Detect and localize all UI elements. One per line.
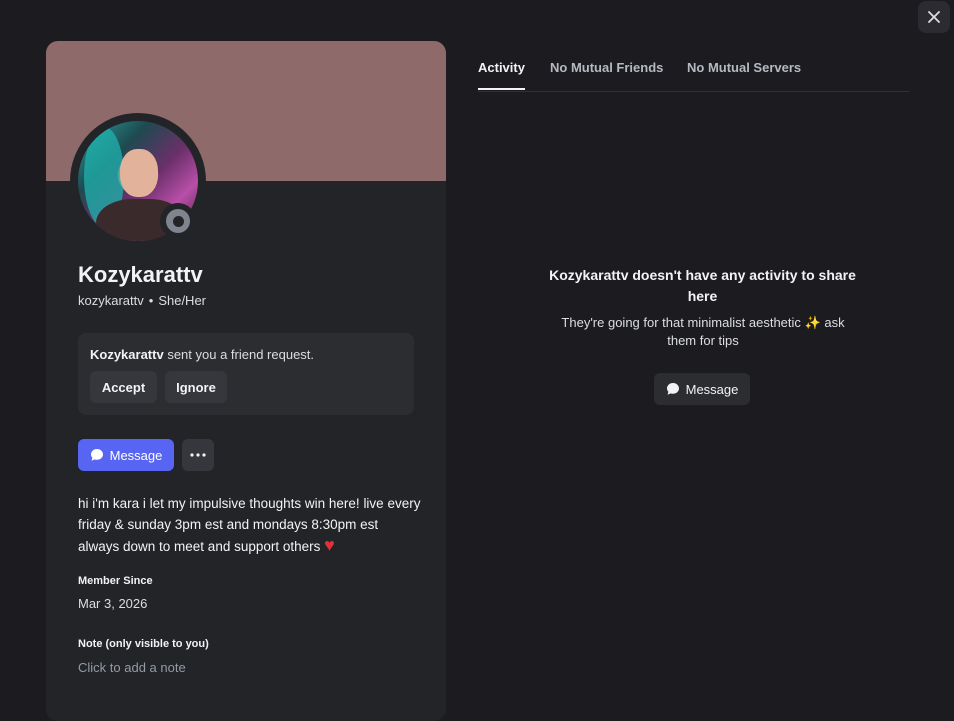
friend-request-name: Kozykarattv	[90, 347, 164, 362]
message-button-label: Message	[109, 447, 163, 463]
bio-text: hi i'm kara i let my impulsive thoughts …	[78, 496, 421, 554]
ellipsis-icon	[190, 453, 206, 457]
note-label: Note (only visible to you)	[78, 638, 209, 650]
tab-mutual-servers[interactable]: No Mutual Servers	[687, 60, 801, 88]
chat-bubble-icon	[666, 383, 679, 395]
profile-tabs: Activity No Mutual Friends No Mutual Ser…	[478, 60, 910, 92]
heart-emoji: ♥	[324, 535, 335, 555]
status-offline-icon	[160, 203, 196, 239]
activity-message-button-label: Message	[685, 381, 739, 397]
close-button[interactable]	[918, 1, 950, 33]
accept-button[interactable]: Accept	[90, 371, 157, 403]
activity-empty-subtitle-start: They're going for that minimalist aesthe…	[561, 315, 801, 330]
ignore-button[interactable]: Ignore	[165, 371, 227, 403]
sparkle-emoji: ✨	[804, 315, 821, 330]
username-line: kozykarattv • She/Her	[78, 293, 206, 308]
tab-mutual-friends[interactable]: No Mutual Friends	[550, 60, 663, 88]
chat-bubble-icon	[90, 449, 103, 461]
activity-message-button[interactable]: Message	[654, 373, 750, 405]
pronouns: She/Her	[158, 293, 207, 308]
activity-empty-subtitle: They're going for that minimalist aesthe…	[548, 314, 858, 350]
member-since-value: Mar 3, 2026	[78, 596, 148, 611]
friend-request-text: Kozykarattv sent you a friend request.	[90, 347, 314, 362]
username[interactable]: kozykarattv	[78, 293, 144, 308]
profile-card: Kozykarattv kozykarattv • She/Her Kozykara…	[46, 41, 446, 721]
separator: •	[148, 293, 154, 308]
bio: hi i'm kara i let my impulsive thoughts …	[78, 493, 423, 557]
friend-request-message: sent you a friend request.	[167, 347, 315, 362]
message-button[interactable]: Message	[78, 439, 174, 471]
friend-request-box: Kozykarattv sent you a friend request. A…	[78, 333, 414, 415]
note-input[interactable]	[78, 657, 414, 677]
activity-empty-title: Kozykarattv doesn't have any activity to…	[549, 267, 856, 304]
close-icon	[928, 11, 940, 23]
member-since-label: Member Since	[78, 575, 153, 587]
display-name: Kozykarattv	[78, 262, 203, 287]
more-options-button[interactable]	[182, 439, 214, 471]
tab-activity[interactable]: Activity	[478, 60, 525, 90]
